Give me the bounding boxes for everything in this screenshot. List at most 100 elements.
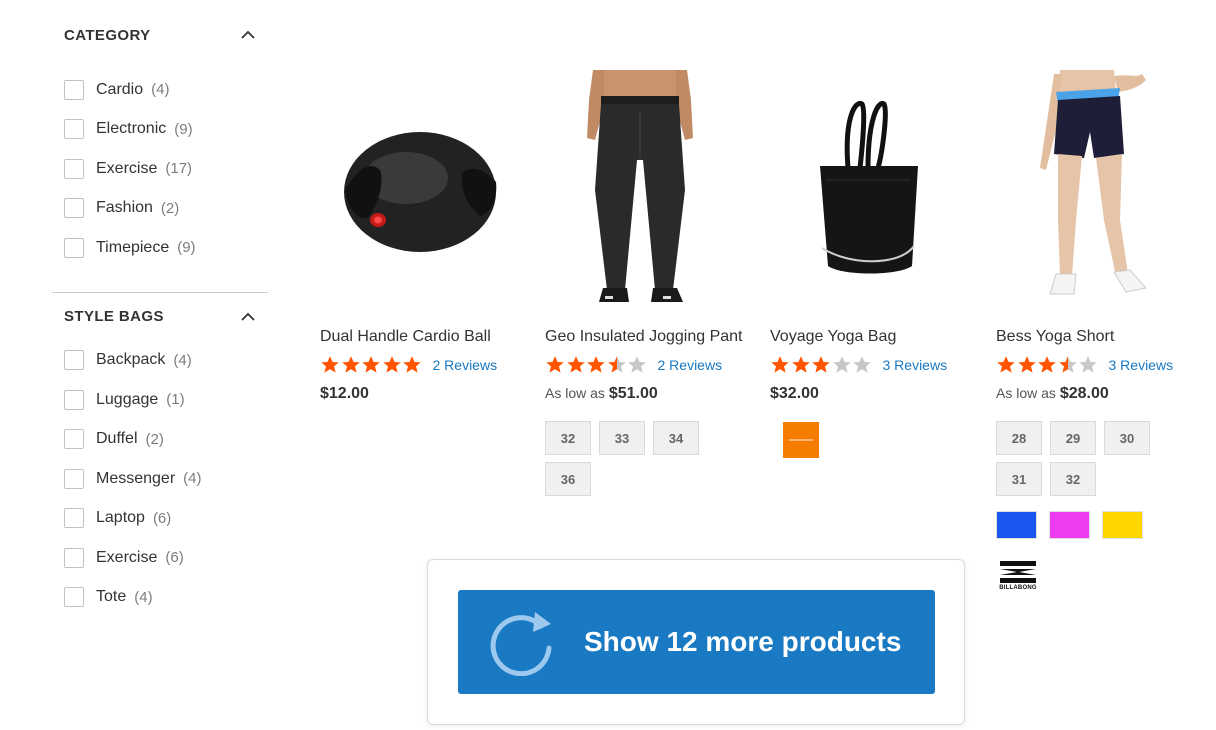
color-swatch[interactable] <box>1102 511 1143 539</box>
star-icon <box>1079 356 1097 373</box>
filter-option[interactable]: Messenger (4) <box>64 459 268 499</box>
size-option[interactable]: 29 <box>1050 421 1096 455</box>
star-icon <box>771 356 789 373</box>
filter-option[interactable]: Exercise (6) <box>64 538 268 578</box>
filter-sidebar: CATEGORY Cardio (4) Electronic (9) Exercis… <box>52 0 268 617</box>
filter-option[interactable]: Cardio (4) <box>64 70 268 110</box>
checkbox[interactable] <box>64 79 84 100</box>
checkbox[interactable] <box>64 389 84 410</box>
size-options: 32 33 34 36 <box>545 421 715 503</box>
product-name[interactable]: Dual Handle Cardio Ball <box>320 326 520 348</box>
filter-option[interactable]: Laptop (6) <box>64 499 268 539</box>
filter-option-label: Laptop <box>96 509 145 527</box>
filter-option-count: (9) <box>174 120 193 138</box>
size-option[interactable]: 33 <box>599 421 645 455</box>
color-swatch[interactable] <box>1049 511 1090 539</box>
color-swatches <box>996 511 1206 539</box>
checkbox[interactable] <box>64 429 84 450</box>
size-option[interactable]: 30 <box>1104 421 1150 455</box>
size-option[interactable]: 31 <box>996 462 1042 496</box>
filter-option-count: (4) <box>151 81 170 99</box>
filter-header-category[interactable]: CATEGORY <box>52 0 268 70</box>
filter-option-count: (2) <box>145 430 164 448</box>
star-icon <box>341 356 360 373</box>
filter-option[interactable]: Timepiece (9) <box>64 228 268 268</box>
product-card[interactable]: Bess Yoga Short 3 Reviews As low as $28.… <box>996 70 1206 597</box>
filter-option-count: (6) <box>152 509 172 527</box>
filter-option[interactable]: Duffel (2) <box>64 420 268 460</box>
filter-option[interactable]: Exercise (17) <box>64 149 268 189</box>
filter-list-style-bags: Backpack (4) Luggage (1) Duffel (2) Messeng… <box>52 341 268 618</box>
product-rating: 3 Reviews <box>770 354 980 376</box>
checkbox[interactable] <box>64 350 84 371</box>
chevron-up-icon[interactable] <box>240 27 256 43</box>
star-rating <box>996 355 1099 375</box>
product-name[interactable]: Voyage Yoga Bag <box>770 326 970 348</box>
filter-option-label: Fashion <box>96 199 153 217</box>
filter-option-label: Messenger <box>96 469 176 487</box>
product-image-jogging-pant[interactable] <box>545 70 735 310</box>
product-name[interactable]: Geo Insulated Jogging Pant <box>545 326 745 348</box>
reviews-link[interactable]: 3 Reviews <box>1109 357 1174 373</box>
brand-logo-swatch[interactable] <box>782 421 820 459</box>
product-price-box: As low as $28.00 <box>996 385 1206 403</box>
star-icon <box>853 356 871 373</box>
product-image-yoga-short[interactable] <box>996 70 1186 310</box>
filter-option-count: (6) <box>165 549 184 567</box>
star-icon <box>587 356 605 373</box>
checkbox[interactable] <box>64 237 84 258</box>
product-card[interactable]: Dual Handle Cardio Ball 2 Reviews $12.00 <box>320 70 530 403</box>
reviews-link[interactable]: 2 Reviews <box>433 357 498 373</box>
size-option[interactable]: 32 <box>545 421 591 455</box>
filter-option[interactable]: Tote (4) <box>64 578 268 618</box>
star-rating <box>545 355 648 375</box>
checkbox[interactable] <box>64 547 84 568</box>
checkbox[interactable] <box>64 587 84 608</box>
filter-option-label: Exercise <box>96 548 158 566</box>
star-icon <box>628 356 646 373</box>
product-price: $51.00 <box>608 385 658 402</box>
filter-option[interactable]: Luggage (1) <box>64 380 268 420</box>
checkbox[interactable] <box>64 508 84 529</box>
filter-option-count: (17) <box>165 160 193 178</box>
product-name[interactable]: Bess Yoga Short <box>996 326 1196 348</box>
filter-list-category: Cardio (4) Electronic (9) Exercise (17) Fas… <box>52 70 268 268</box>
brand-logo-icon <box>783 422 819 458</box>
show-more-label: Show 12 more products <box>584 626 902 657</box>
as-low-as-label: As low as <box>996 385 1056 401</box>
checkbox[interactable] <box>64 198 84 219</box>
star-icon <box>832 356 851 373</box>
product-card[interactable]: Geo Insulated Jogging Pant 2 Reviews As … <box>545 70 755 503</box>
product-card[interactable]: Voyage Yoga Bag 3 Reviews $32.00 <box>770 70 980 459</box>
filter-option[interactable]: Electronic (9) <box>64 110 268 150</box>
filter-option[interactable]: Fashion (2) <box>64 189 268 229</box>
product-price: $12.00 <box>320 385 369 402</box>
product-image-yoga-bag[interactable] <box>770 70 960 310</box>
product-price: $28.00 <box>1059 385 1109 402</box>
size-option[interactable]: 32 <box>1050 462 1096 496</box>
billabong-logo-icon <box>1000 561 1036 583</box>
size-option[interactable]: 28 <box>996 421 1042 455</box>
checkbox[interactable] <box>64 158 84 179</box>
reviews-link[interactable]: 2 Reviews <box>658 357 723 373</box>
filter-option[interactable]: Backpack (4) <box>64 341 268 381</box>
checkbox[interactable] <box>64 119 84 140</box>
star-rating <box>770 355 873 375</box>
brand-logo-billabong[interactable]: BILLABONG <box>996 553 1040 597</box>
color-swatch[interactable] <box>996 511 1037 539</box>
show-more-products-button[interactable]: Show 12 more products <box>458 590 935 694</box>
product-rating: 2 Reviews <box>545 354 755 376</box>
filter-option-count: (9) <box>177 239 196 257</box>
filter-option-label: Tote <box>96 588 127 606</box>
filter-option-count: (4) <box>173 351 192 369</box>
filter-option-label: Cardio <box>96 80 144 98</box>
reviews-link[interactable]: 3 Reviews <box>883 357 948 373</box>
checkbox[interactable] <box>64 468 84 489</box>
star-icon <box>321 356 339 373</box>
product-image-cardio-ball[interactable] <box>320 70 510 310</box>
chevron-up-icon[interactable] <box>240 309 256 325</box>
size-option[interactable]: 34 <box>653 421 699 455</box>
filter-header-style-bags[interactable]: STYLE BAGS <box>52 293 268 341</box>
filter-option-label: Backpack <box>96 351 166 369</box>
size-option[interactable]: 36 <box>545 462 591 496</box>
